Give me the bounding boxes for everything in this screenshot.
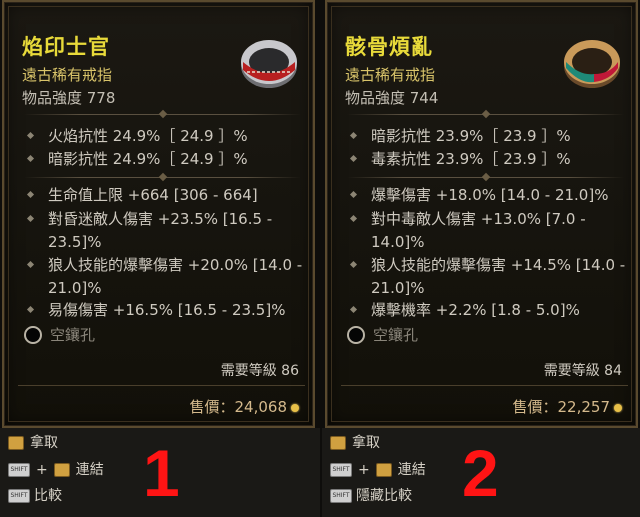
gold-coin-icon [614, 403, 622, 412]
socket-label: 空鑲孔 [373, 326, 419, 344]
mouse-key-icon [375, 463, 392, 477]
item-tooltip-2: 骸骨煩亂 遠古稀有戒指 物品強度 744 暗影抗性 23.9%［ 23.9 ］%… [325, 0, 638, 428]
empty-socket-icon [347, 326, 365, 344]
affix-stat: 對昏迷敵人傷害 +23.5% [16.5 -23.5]% [26, 208, 303, 254]
compare-action[interactable]: SHIFT 比較 [8, 486, 62, 506]
item-type: 遠古稀有戒指 [22, 66, 113, 84]
silver-red-ring-icon [237, 32, 301, 96]
link-action[interactable]: SHIFT + 連結 [8, 460, 104, 480]
affix-stat: 狼人技能的爆擊傷害 +20.0% [14.0 -21.0]% [26, 254, 303, 300]
hide-compare-action[interactable]: SHIFT 隱藏比較 [330, 486, 412, 506]
implicit-stat: 火焰抗性 24.9%［ 24.9 ］% [26, 125, 303, 148]
mouse-key-icon [53, 463, 70, 477]
take-action[interactable]: 拿取 [8, 433, 58, 453]
implicit-stat: 暗影抗性 24.9%［ 24.9 ］% [26, 148, 303, 171]
affix-stat: 爆擊傷害 +18.0% [14.0 - 21.0]% [349, 184, 626, 207]
socket-label: 空鑲孔 [50, 326, 96, 344]
item-type: 遠古稀有戒指 [345, 66, 436, 84]
comparison-number-1: 1 [143, 436, 180, 510]
divider [347, 174, 624, 182]
shift-key-icon: SHIFT [8, 489, 30, 503]
affix-stat: 對中毒敵人傷害 +13.0% [7.0 -14.0]% [349, 208, 626, 254]
gold-red-green-ring-icon [560, 32, 624, 96]
implicit-stat: 暗影抗性 23.9%［ 23.9 ］% [349, 125, 626, 148]
affix-stat: 易傷傷害 +16.5% [16.5 - 23.5]% [26, 299, 303, 322]
sell-price: 售價：24,068 [189, 396, 299, 417]
gold-coin-icon [291, 403, 299, 412]
item-tooltip-1: 焰印士官 遠古稀有戒指 物品強度 778 火焰抗性 24.9%［ 24.9 ］%… [2, 0, 315, 428]
price-divider [18, 385, 305, 386]
item-name: 焰印士官 [22, 35, 110, 59]
link-action[interactable]: SHIFT + 連結 [330, 460, 426, 480]
affix-stat: 爆擊機率 +2.2% [1.8 - 5.0]% [349, 299, 626, 322]
item-power: 物品強度 778 [22, 89, 116, 107]
mouse-key-icon [8, 436, 24, 450]
sell-price: 售價：22,257 [512, 396, 622, 417]
take-action[interactable]: 拿取 [330, 433, 380, 453]
shift-key-icon: SHIFT [330, 463, 352, 477]
item-name: 骸骨煩亂 [345, 35, 433, 59]
mouse-key-icon [330, 436, 346, 450]
empty-socket-icon [24, 326, 42, 344]
implicit-stat: 毒素抗性 23.9%［ 23.9 ］% [349, 148, 626, 171]
shift-key-icon: SHIFT [330, 489, 352, 503]
comparison-number-2: 2 [462, 436, 499, 510]
affix-stat: 狼人技能的爆擊傷害 +14.5% [14.0 -21.0]% [349, 254, 626, 300]
item-power: 物品強度 744 [345, 89, 439, 107]
shift-key-icon: SHIFT [8, 463, 30, 477]
required-level: 需要等級 86 [220, 363, 299, 379]
divider [24, 174, 301, 182]
divider [347, 111, 624, 119]
affix-stat: 生命值上限 +664 [306 - 664] [26, 184, 303, 207]
divider [24, 111, 301, 119]
price-divider [341, 385, 628, 386]
required-level: 需要等級 84 [543, 363, 622, 379]
